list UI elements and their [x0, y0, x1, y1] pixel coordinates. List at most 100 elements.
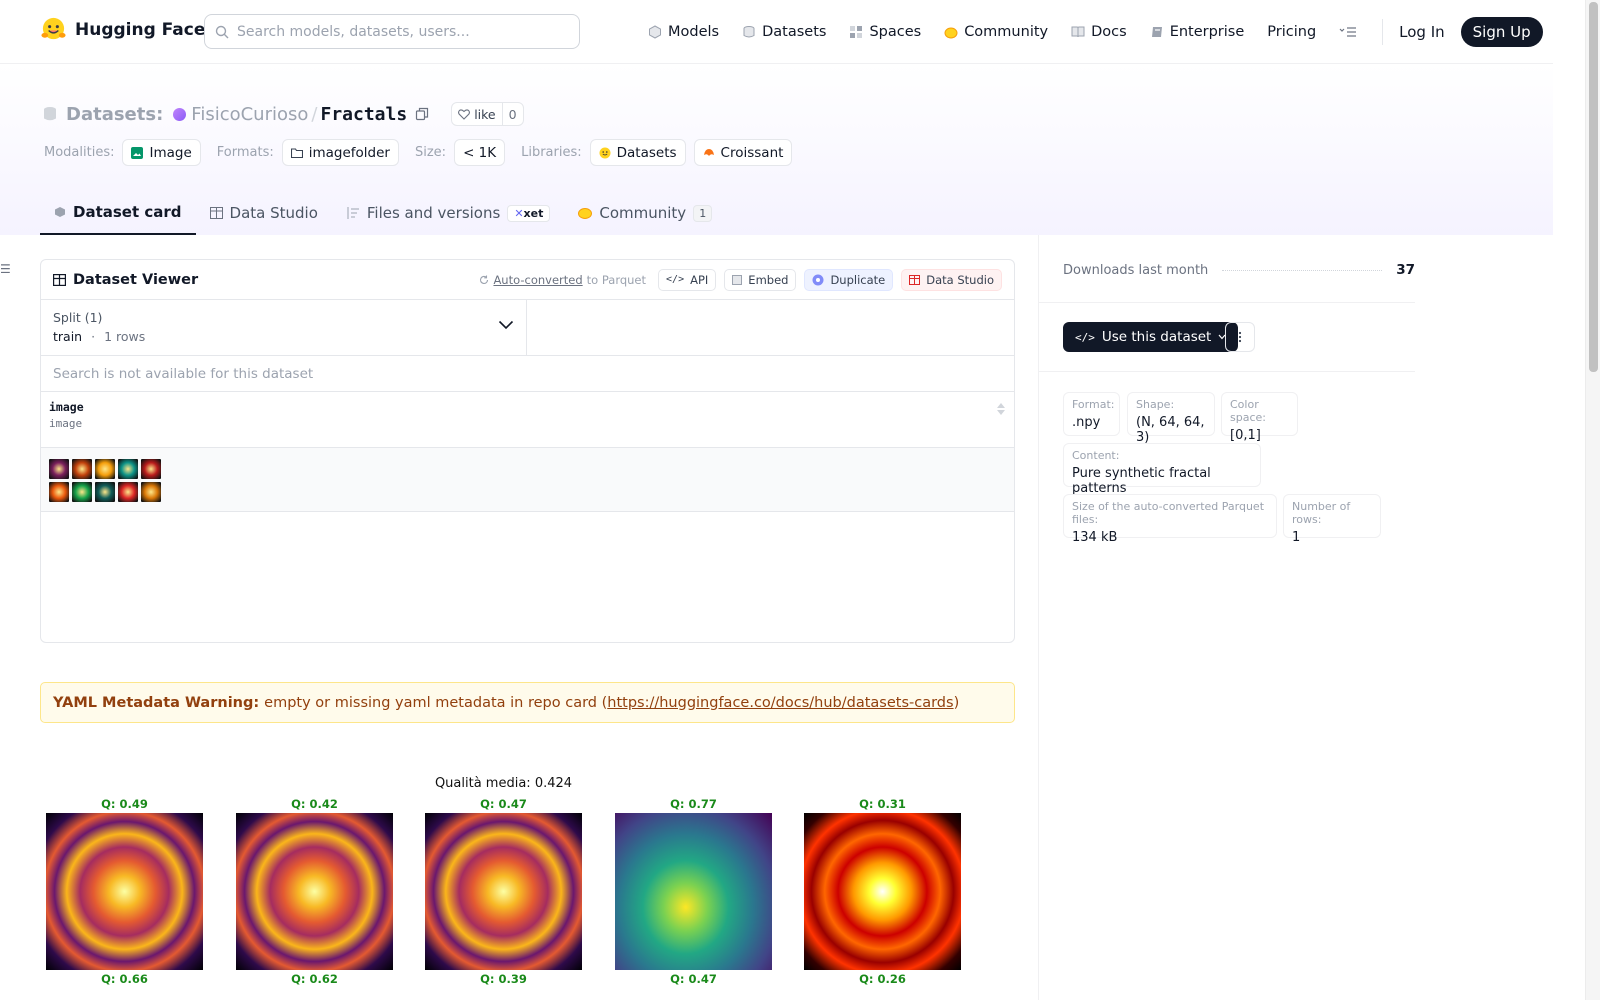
fractal-thumbnail	[49, 459, 69, 479]
next-row-quality-label: Q: 0.66	[101, 972, 148, 986]
nav-datasets-label: Datasets	[762, 23, 827, 40]
info-value: 134 kB	[1072, 530, 1118, 545]
info-chip-format: Format: .npy	[1063, 392, 1120, 436]
signup-button[interactable]: Sign Up	[1460, 16, 1543, 47]
tab-files-label: Files and versions	[366, 204, 501, 222]
sidebar-divider	[1039, 371, 1415, 372]
nav-pricing-label: Pricing	[1267, 23, 1317, 40]
column-name: image	[49, 400, 84, 414]
dataset-cards-docs-link[interactable]: https://huggingface.co/docs/hub/datasets…	[607, 695, 953, 711]
api-button[interactable]: </> API	[658, 268, 717, 291]
nav-community-label: Community	[964, 23, 1049, 40]
next-row-quality-label: Q: 0.39	[480, 972, 527, 986]
info-value: Pure synthetic fractal patterns	[1072, 466, 1211, 496]
duplicate-button[interactable]: Duplicate	[804, 268, 894, 291]
warning-text: empty or missing yaml metadata in repo c…	[264, 694, 608, 711]
xet-badge-label: xet	[523, 206, 544, 220]
nav-community[interactable]: Community	[944, 24, 1048, 40]
tag-library-datasets[interactable]: Datasets	[589, 139, 686, 166]
auto-converted-note: Auto-converted to Parquet	[479, 273, 646, 287]
viewer-header: Dataset Viewer Auto-converted to Parquet…	[41, 260, 1014, 300]
auto-converted-link[interactable]: Auto-converted	[493, 273, 582, 287]
like-button[interactable]: like 0	[451, 102, 524, 126]
next-row-quality-label: Q: 0.26	[859, 972, 906, 986]
tag-library-label: Croissant	[720, 144, 784, 161]
next-row-quality-label: Q: 0.47	[670, 972, 717, 986]
downloads-leader-line	[1222, 269, 1383, 271]
nav-models[interactable]: Models	[648, 24, 719, 40]
brand-name: Hugging Face	[75, 19, 206, 40]
refresh-icon	[480, 275, 489, 284]
tag-size[interactable]: < 1K	[454, 139, 506, 166]
split-selector[interactable]: Split (1) train · 1 rows	[41, 300, 527, 355]
tab-data-studio[interactable]: Data Studio	[196, 191, 332, 235]
dataset-icon	[44, 107, 56, 121]
more-vertical-icon	[1238, 331, 1242, 343]
info-key: Color space:	[1230, 398, 1266, 424]
nav-docs-label: Docs	[1091, 23, 1127, 40]
tab-dataset-card[interactable]: Dataset card	[40, 191, 196, 235]
tab-community[interactable]: Community 1	[564, 191, 726, 235]
table-icon	[209, 207, 223, 219]
nav-pricing[interactable]: Pricing	[1267, 24, 1316, 40]
repo-type-label[interactable]: Datasets:	[66, 104, 163, 125]
like-main: like	[452, 107, 501, 122]
quality-label: Q: 0.77	[670, 797, 717, 811]
folder-icon	[290, 147, 303, 158]
dataset-viewer: Dataset Viewer Auto-converted to Parquet…	[40, 259, 1015, 643]
quality-label: Q: 0.49	[101, 797, 148, 811]
info-key: Size of the auto-converted Parquet files…	[1072, 500, 1265, 526]
viewer-title: Dataset Viewer	[53, 272, 198, 288]
nav-spaces[interactable]: Spaces	[849, 24, 921, 40]
scrollbar-thumb[interactable]	[1589, 2, 1598, 372]
tab-dataset-card-label: Dataset card	[73, 203, 182, 221]
nav-datasets[interactable]: Datasets	[742, 24, 826, 40]
org-link[interactable]: FisicoCurioso	[191, 104, 308, 125]
info-chip-rows: Number of rows: 1	[1283, 494, 1381, 545]
nav-enterprise[interactable]: Enterprise	[1150, 24, 1244, 40]
code-icon: </>	[666, 274, 685, 285]
community-icon	[944, 27, 958, 38]
embed-button[interactable]: Embed	[724, 268, 797, 291]
tab-files-and-versions[interactable]: Files and versions ✕xet	[332, 191, 564, 235]
login-link[interactable]: Log In	[1399, 23, 1445, 41]
copy-icon[interactable]	[415, 107, 429, 121]
column-header-image[interactable]: image image	[41, 392, 1014, 448]
search-input[interactable]	[237, 23, 557, 40]
nav-models-label: Models	[668, 23, 720, 40]
xet-badge: ✕xet	[507, 204, 551, 222]
fractal-sample: Q: 0.42 Q: 0.62	[236, 797, 393, 988]
nav-docs[interactable]: Docs	[1071, 24, 1127, 40]
info-chip-shape: Shape: (N, 64, 64, 3)	[1127, 392, 1215, 445]
image-thumbnail-grid[interactable]	[49, 459, 1006, 502]
data-studio-button[interactable]: Data Studio	[901, 268, 1002, 291]
search-box[interactable]	[204, 14, 580, 49]
split-rows: 1 rows	[104, 329, 146, 344]
community-icon	[578, 208, 593, 219]
fractal-thumbnail	[49, 482, 69, 502]
brand-link[interactable]: Hugging Face	[40, 16, 205, 43]
sidebar-toggle-icon[interactable]: ☰	[0, 262, 11, 276]
search-icon	[215, 25, 229, 38]
info-key: Format:	[1072, 398, 1115, 411]
more-options-button[interactable]	[1225, 322, 1255, 352]
more-menu-button[interactable]	[1339, 26, 1357, 38]
split-label: Split (1)	[53, 310, 103, 325]
info-value: (N, 64, 64, 3)	[1136, 415, 1205, 445]
table-row[interactable]	[41, 448, 1014, 512]
tab-community-label: Community	[599, 204, 687, 222]
tag-library-croissant[interactable]: Croissant	[693, 139, 793, 166]
repo-name[interactable]: Fractals	[320, 104, 407, 125]
fractal-thumbnail	[72, 459, 92, 479]
split-row: Split (1) train · 1 rows	[41, 300, 1014, 356]
to-parquet-text: to Parquet	[586, 272, 647, 287]
sort-icon[interactable]	[996, 402, 1006, 416]
use-this-dataset-button[interactable]: </> Use this dataset	[1063, 322, 1239, 352]
fractal-thumbnail	[118, 482, 138, 502]
fractal-image	[804, 813, 961, 970]
viewer-title-label: Dataset Viewer	[73, 271, 199, 288]
tag-format-imagefolder[interactable]: imagefolder	[281, 139, 399, 166]
tag-modality-image[interactable]: Image	[122, 139, 201, 166]
page-scrollbar[interactable]	[1585, 0, 1600, 1000]
warning-title: YAML Metadata Warning:	[53, 694, 260, 711]
